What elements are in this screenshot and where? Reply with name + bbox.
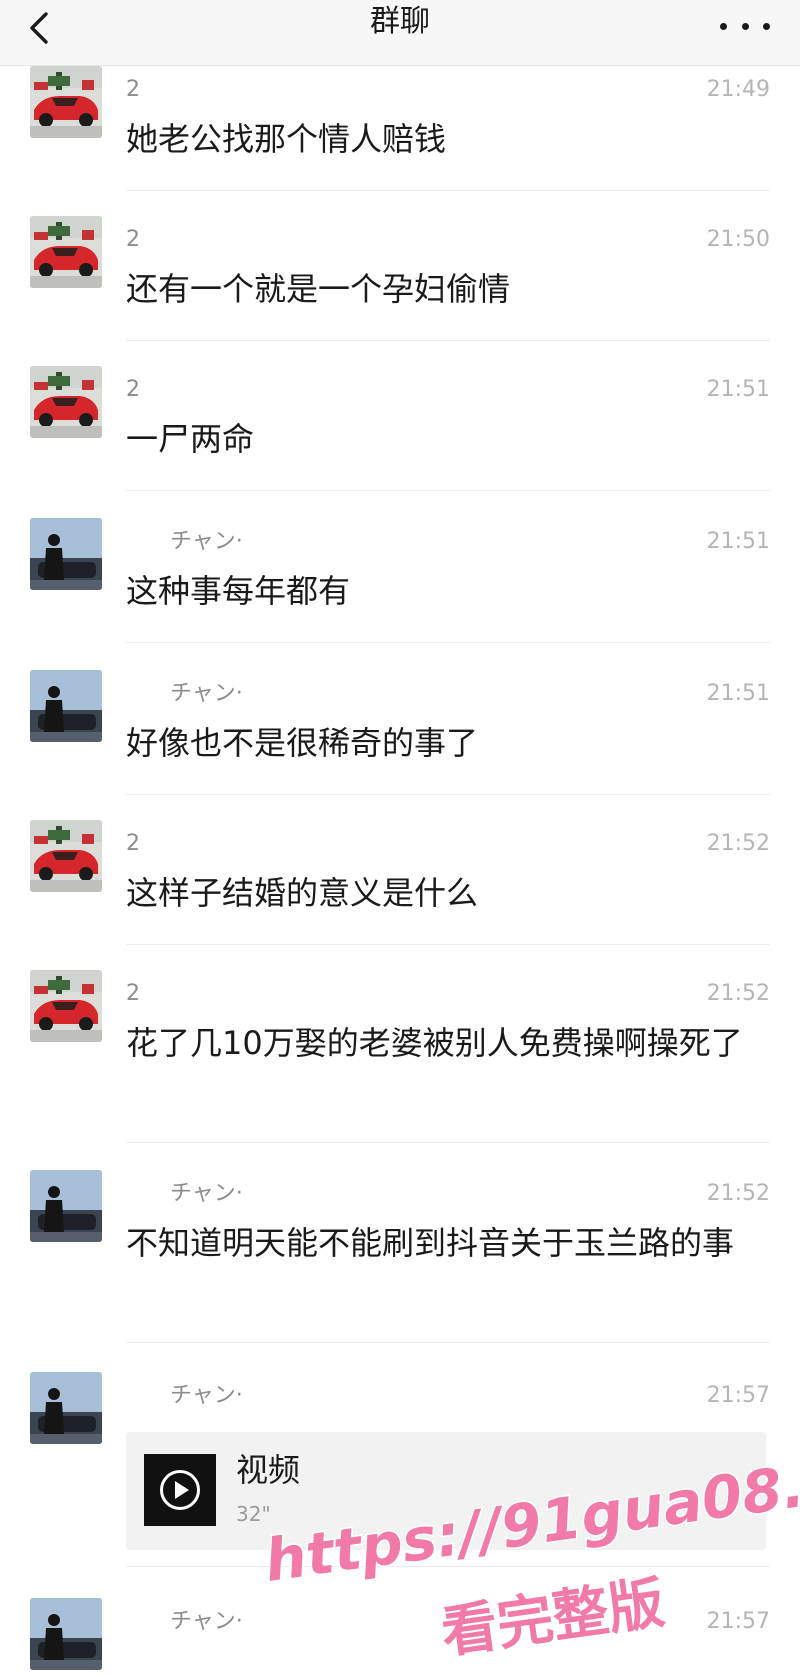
message-text[interactable]: 一尸两命 xyxy=(126,414,756,464)
message-time: 21:51 xyxy=(706,377,770,402)
video-card[interactable]: 视频 32" xyxy=(126,1432,766,1550)
avatar[interactable] xyxy=(30,1598,102,1670)
video-duration: 32" xyxy=(236,1502,271,1526)
message-list[interactable]: 2 21:49 她老公找那个情人赔钱 2 21:50 还有一个就是一个孕妇偷情 … xyxy=(0,66,800,1675)
divider xyxy=(126,190,770,191)
more-dots-icon[interactable] xyxy=(720,6,770,46)
message-time: 21:50 xyxy=(706,227,770,252)
sender-name: 2 xyxy=(126,227,140,252)
message-text[interactable]: 她老公找那个情人赔钱 xyxy=(126,114,756,164)
sender-name: チャン· xyxy=(170,1383,243,1408)
avatar[interactable] xyxy=(30,820,102,892)
message-text[interactable]: 花了几10万娶的老婆被别人免费操啊操死了 xyxy=(126,1018,756,1068)
message-text[interactable]: 这种事每年都有 xyxy=(126,566,756,616)
avatar[interactable] xyxy=(30,66,102,138)
divider xyxy=(126,794,770,795)
play-icon[interactable] xyxy=(144,1454,216,1526)
avatar[interactable] xyxy=(30,216,102,288)
divider xyxy=(126,1342,770,1343)
message-time: 21:52 xyxy=(706,831,770,856)
divider xyxy=(126,1142,770,1143)
divider xyxy=(126,1566,770,1567)
nav-bar: 群聊 xyxy=(0,0,800,66)
message-time: 21:49 xyxy=(706,77,770,102)
sender-name: 2 xyxy=(126,77,140,102)
avatar[interactable] xyxy=(30,970,102,1042)
sender-name: チャン· xyxy=(170,1181,243,1206)
divider xyxy=(126,490,770,491)
message-time: 21:51 xyxy=(706,681,770,706)
message-text[interactable]: 好像也不是很稀奇的事了 xyxy=(126,718,756,768)
avatar[interactable] xyxy=(30,518,102,590)
message-text[interactable]: 还有一个就是一个孕妇偷情 xyxy=(126,264,756,314)
sender-name: チャン· xyxy=(170,529,243,554)
avatar[interactable] xyxy=(30,670,102,742)
page-title: 群聊 xyxy=(370,4,430,39)
sender-name: 2 xyxy=(126,831,140,856)
avatar[interactable] xyxy=(30,1372,102,1444)
message-text[interactable]: 不知道明天能不能刷到抖音关于玉兰路的事 xyxy=(126,1218,756,1268)
sender-name: 2 xyxy=(126,377,140,402)
message-text[interactable]: 这样子结婚的意义是什么 xyxy=(126,868,756,918)
divider xyxy=(126,944,770,945)
message-time: 21:52 xyxy=(706,1181,770,1206)
divider xyxy=(126,642,770,643)
message-time: 21:57 xyxy=(706,1609,770,1634)
sender-name: チャン· xyxy=(170,1609,243,1634)
avatar[interactable] xyxy=(30,1170,102,1242)
message-time: 21:52 xyxy=(706,981,770,1006)
divider xyxy=(126,340,770,341)
message-time: 21:57 xyxy=(706,1383,770,1408)
video-title: 视频 xyxy=(236,1451,301,1489)
message-time: 21:51 xyxy=(706,529,770,554)
sender-name: 2 xyxy=(126,981,140,1006)
avatar[interactable] xyxy=(30,366,102,438)
sender-name: チャン· xyxy=(170,681,243,706)
